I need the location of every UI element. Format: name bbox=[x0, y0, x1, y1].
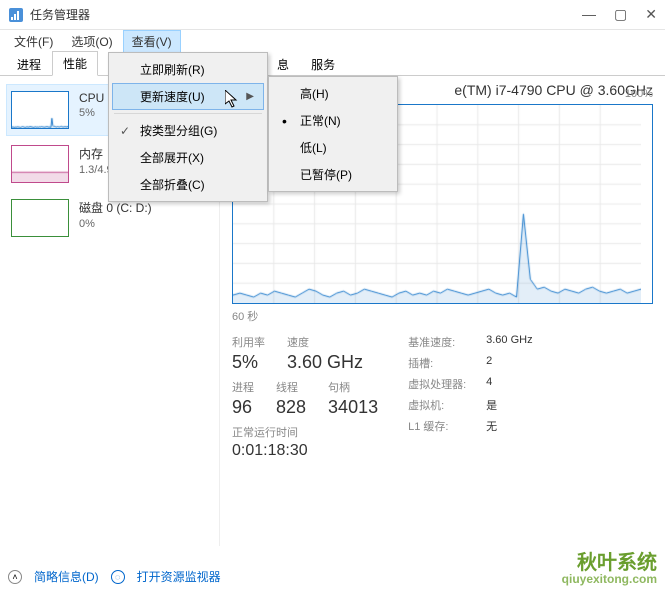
app-icon bbox=[8, 7, 24, 23]
speed-normal[interactable]: 正常(N) bbox=[272, 107, 394, 134]
pair-l1: L1 缓存:无 bbox=[408, 418, 532, 434]
footer: ˄ 简略信息(D) ◌ 打开资源监视器 bbox=[8, 568, 657, 585]
update-speed-submenu: 高(H) 正常(N) 低(L) 已暂停(P) bbox=[268, 76, 398, 192]
pair-vm: 虚拟机:是 bbox=[408, 397, 532, 413]
stat-utilization: 利用率5% bbox=[232, 334, 265, 373]
menu-file[interactable]: 文件(F) bbox=[6, 31, 61, 52]
tab-performance[interactable]: 性能 bbox=[52, 51, 98, 76]
menu-update-speed[interactable]: 更新速度(U)▶ bbox=[112, 83, 264, 110]
sidebar-cpu-title: CPU bbox=[79, 91, 104, 105]
sidebar-cpu-sub: 5% bbox=[79, 107, 104, 119]
stats: 利用率5% 速度3.60 GHz 进程96 线程828 句柄34013 正常运行… bbox=[232, 334, 653, 460]
pair-basespeed: 基准速度:3.60 GHz bbox=[408, 334, 532, 350]
speed-paused[interactable]: 已暂停(P) bbox=[272, 161, 394, 188]
tabs: 进程 性能 应用历 息 服务 bbox=[0, 52, 665, 76]
menubar: 文件(F) 选项(O) 查看(V) bbox=[0, 30, 665, 52]
fewer-details-link[interactable]: 简略信息(D) bbox=[34, 568, 99, 585]
menu-options[interactable]: 选项(O) bbox=[63, 31, 120, 52]
sidebar-disk-sub: 0% bbox=[79, 218, 152, 230]
stat-threads: 线程828 bbox=[276, 379, 306, 418]
disk-thumb bbox=[11, 199, 69, 237]
view-dropdown: 立即刷新(R) 更新速度(U)▶ 按类型分组(G) 全部展开(X) 全部折叠(C… bbox=[108, 52, 268, 202]
collapse-icon[interactable]: ˄ bbox=[8, 570, 22, 584]
chevron-right-icon: ▶ bbox=[246, 91, 254, 102]
window-controls: — ▢ ✕ bbox=[582, 6, 657, 23]
menu-group-by-type[interactable]: 按类型分组(G) bbox=[112, 117, 264, 144]
stat-handles: 句柄34013 bbox=[328, 379, 378, 418]
maximize-button[interactable]: ▢ bbox=[614, 6, 627, 23]
mem-thumb bbox=[11, 145, 69, 183]
tab-processes[interactable]: 进程 bbox=[6, 52, 52, 76]
tab-services[interactable]: 服务 bbox=[300, 52, 346, 76]
menu-separator bbox=[114, 113, 262, 114]
minimize-button[interactable]: — bbox=[582, 6, 596, 23]
watermark: 秋叶系统 qiuyexitong.com bbox=[562, 553, 657, 585]
pair-sockets: 插槽:2 bbox=[408, 355, 532, 371]
stat-speed: 速度3.60 GHz bbox=[287, 334, 363, 373]
menu-collapse-all[interactable]: 全部折叠(C) bbox=[112, 171, 264, 198]
titlebar: 任务管理器 — ▢ ✕ bbox=[0, 0, 665, 30]
close-button[interactable]: ✕ bbox=[645, 6, 657, 23]
menu-expand-all[interactable]: 全部展开(X) bbox=[112, 144, 264, 171]
pair-vprocs: 虚拟处理器:4 bbox=[408, 376, 532, 392]
menu-refresh-now[interactable]: 立即刷新(R) bbox=[112, 56, 264, 83]
stat-uptime: 正常运行时间 0:01:18:30 bbox=[232, 424, 378, 460]
speed-high[interactable]: 高(H) bbox=[272, 80, 394, 107]
window-title: 任务管理器 bbox=[30, 6, 582, 23]
chart-xlabel: 60 秒 bbox=[232, 308, 653, 324]
menu-view[interactable]: 查看(V) bbox=[123, 30, 181, 53]
tab-details[interactable]: 息 bbox=[266, 52, 300, 76]
stat-processes: 进程96 bbox=[232, 379, 254, 418]
resmon-icon: ◌ bbox=[111, 570, 125, 584]
cpu-thumb bbox=[11, 91, 69, 129]
speed-low[interactable]: 低(L) bbox=[272, 134, 394, 161]
chart-ymax: 100% bbox=[625, 88, 653, 100]
open-resmon-link[interactable]: 打开资源监视器 bbox=[137, 568, 221, 585]
